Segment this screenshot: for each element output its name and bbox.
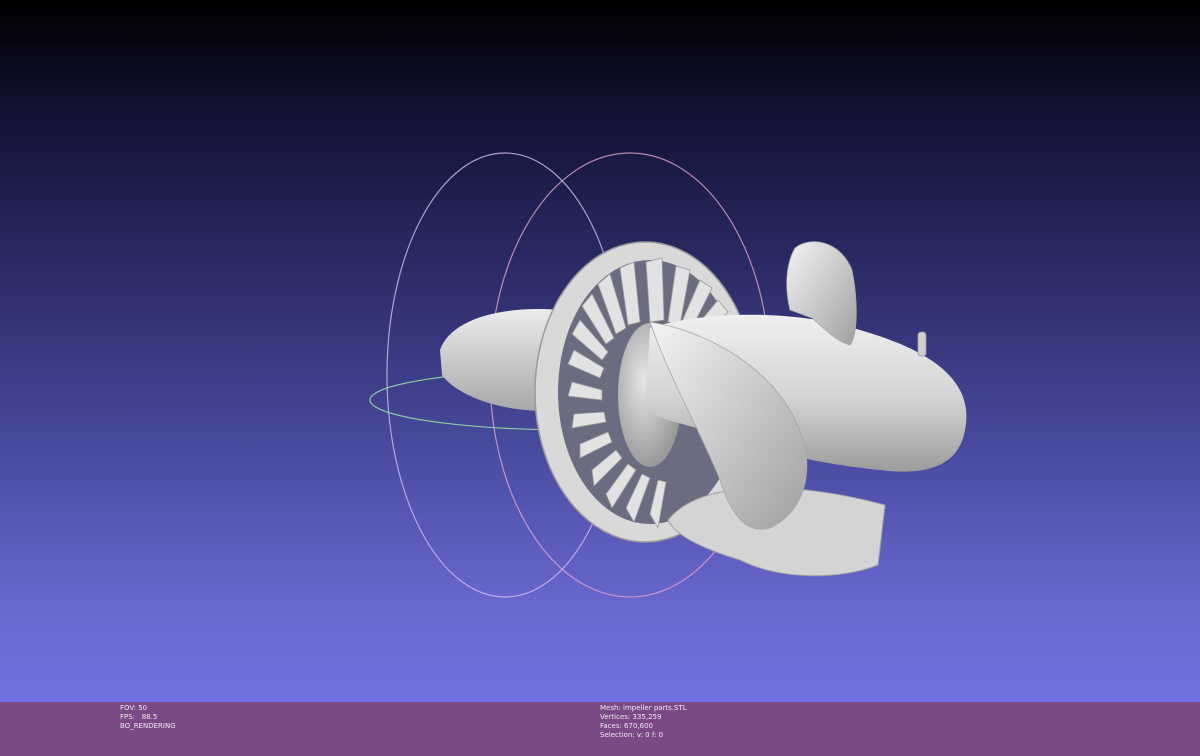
vertices-readout: Vertices: 335,259 [600, 713, 662, 721]
small-post [917, 331, 927, 357]
3d-viewport[interactable] [0, 0, 1200, 702]
fov-readout: FOV: 50 [120, 704, 148, 712]
render-mode-readout: BO_RENDERING [120, 722, 176, 730]
render-info: FOV: 50 FPS: 88.5 BO_RENDERING [120, 704, 176, 731]
mesh-info: Mesh: impeller parts.STL Vertices: 335,2… [600, 704, 687, 740]
mesh-name-readout: Mesh: impeller parts.STL [600, 704, 687, 712]
status-info-bar: FOV: 50 FPS: 88.5 BO_RENDERING Mesh: imp… [0, 702, 1200, 756]
mesh-scene[interactable] [0, 0, 1200, 702]
faces-readout: Faces: 670,600 [600, 722, 654, 730]
impeller-mesh [440, 241, 967, 577]
selection-readout: Selection: v: 0 f: 0 [600, 731, 664, 739]
fps-readout: FPS: 88.5 [120, 713, 158, 721]
